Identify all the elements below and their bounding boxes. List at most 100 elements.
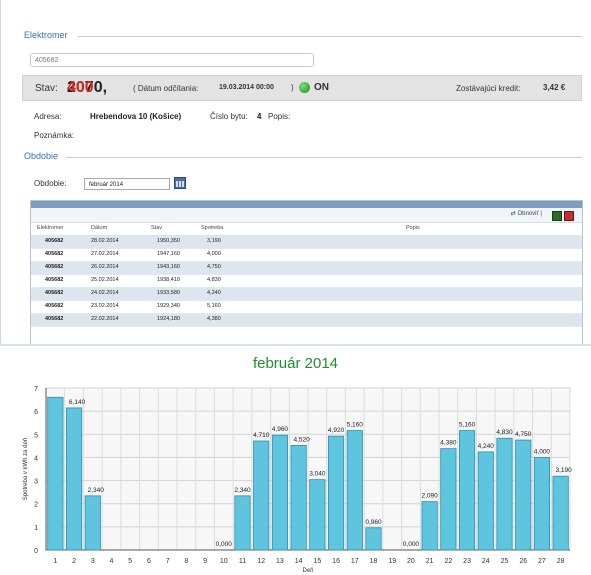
flat-value: 4 bbox=[257, 112, 262, 121]
export-pdf-icon[interactable] bbox=[564, 211, 574, 221]
x-tick-label: 4 bbox=[110, 558, 114, 565]
cell-date: 24.02.2014 bbox=[91, 290, 119, 296]
refresh-button[interactable]: ⇄ Obnoviť | bbox=[511, 210, 542, 217]
table-header-bar bbox=[31, 201, 582, 208]
cell-meter: 405682 bbox=[45, 238, 64, 244]
table-row[interactable]: 405682 22.02.2014 1924,180 4,380 bbox=[31, 314, 582, 327]
table-row[interactable]: 405682 27.02.2014 1947,160 4,000 bbox=[31, 249, 582, 262]
bar bbox=[440, 448, 457, 551]
y-tick-label: 7 bbox=[34, 386, 38, 393]
table-row[interactable]: 405682 24.02.2014 1933,580 4,240 bbox=[31, 288, 582, 301]
table-row[interactable]: 405682 28.02.2014 1950,350 3,190 bbox=[31, 236, 582, 249]
data-label: 2,090 bbox=[422, 493, 439, 500]
flat-label: Číslo bytu: bbox=[210, 112, 248, 121]
period-select[interactable]: február 2014 bbox=[84, 178, 170, 190]
x-tick-label: 9 bbox=[203, 558, 207, 565]
bar bbox=[309, 479, 326, 551]
y-tick-label: 0 bbox=[34, 548, 38, 555]
cell-state: 1924,180 bbox=[157, 316, 180, 322]
table-head: Elektromer Dátum Stav Spotreba Popis bbox=[31, 223, 582, 236]
credit-value: 3,42 € bbox=[543, 83, 566, 92]
bar bbox=[65, 407, 83, 551]
status-on-icon bbox=[299, 82, 310, 93]
data-label: 4,520 bbox=[294, 436, 311, 443]
cell-usage: 4,240 bbox=[207, 290, 221, 296]
x-tick-label: 16 bbox=[332, 558, 340, 565]
bar bbox=[253, 440, 270, 551]
cell-date: 26.02.2014 bbox=[91, 264, 119, 270]
bar bbox=[365, 527, 382, 551]
cell-date: 25.02.2014 bbox=[91, 277, 119, 283]
data-label: 4,000 bbox=[534, 448, 551, 455]
table-row[interactable]: 405682 26.02.2014 1943,160 4,750 bbox=[31, 262, 582, 275]
data-label: 6,140 bbox=[69, 399, 86, 406]
data-label: 0,000 bbox=[216, 541, 233, 548]
table-row[interactable]: 405682 23.02.2014 1929,340 5,160 bbox=[31, 301, 582, 314]
address-value: Hrebendova 10 (Košice) bbox=[90, 112, 182, 121]
refresh-label: Obnoviť bbox=[517, 211, 539, 217]
chart-panel: február 2014 0 1 2 3 4 5 6 7 1 2 6,140 3 2,340 4 5 6 7 8 9… bbox=[0, 344, 591, 574]
y-tick-label: 2 bbox=[34, 502, 38, 509]
cell-meter: 405682 bbox=[45, 264, 64, 270]
meter-legend: Elektromer bbox=[24, 30, 72, 40]
data-label: 3,190 bbox=[556, 467, 573, 474]
cell-state: 1943,160 bbox=[157, 264, 180, 270]
data-label: 5,160 bbox=[347, 422, 364, 429]
x-tick-label: 7 bbox=[166, 558, 170, 565]
x-tick-label: 28 bbox=[557, 558, 565, 565]
table-row[interactable]: 405682 25.02.2014 1938,410 4,830 bbox=[31, 275, 582, 288]
bar bbox=[47, 396, 64, 551]
x-tick-label: 27 bbox=[538, 558, 546, 565]
col-desc[interactable]: Popis bbox=[406, 225, 420, 231]
cell-date: 27.02.2014 bbox=[91, 251, 119, 257]
x-tick-label: 6 bbox=[147, 558, 151, 565]
x-tick-label: 12 bbox=[257, 558, 265, 565]
bar bbox=[271, 434, 289, 551]
fieldset-divider bbox=[66, 157, 582, 158]
stav-label: Stav: bbox=[35, 83, 58, 94]
data-label: 4,240 bbox=[478, 443, 495, 450]
export-excel-icon[interactable] bbox=[552, 211, 562, 221]
x-tick-label: 22 bbox=[444, 558, 452, 565]
col-usage[interactable]: Spotreba bbox=[201, 225, 223, 231]
bar bbox=[84, 495, 101, 551]
cell-state: 1929,340 bbox=[157, 303, 180, 309]
bar bbox=[458, 430, 476, 551]
data-label: 0,960 bbox=[365, 519, 382, 526]
readings-table: ⇄ Obnoviť | Elektromer Dátum Stav Spotre… bbox=[30, 200, 583, 344]
stav-decimals: 400 bbox=[67, 79, 94, 96]
col-state[interactable]: Stav bbox=[151, 225, 162, 231]
data-label: 4,960 bbox=[272, 426, 289, 433]
cell-state: 1938,410 bbox=[157, 277, 180, 283]
x-tick-label: 23 bbox=[463, 558, 471, 565]
y-tick-label: 6 bbox=[34, 409, 38, 416]
cell-meter: 405682 bbox=[45, 316, 64, 322]
cell-date: 22.02.2014 bbox=[91, 316, 119, 322]
bar bbox=[552, 475, 569, 551]
status-bar: Stav: 2070, 400 ( Dátum odčítania: 19.03.… bbox=[22, 75, 582, 101]
cell-usage: 4,750 bbox=[207, 264, 221, 270]
bar bbox=[533, 457, 551, 551]
credit-label: Zostávajúci kredit: bbox=[456, 84, 521, 93]
col-meter[interactable]: Elektromer bbox=[37, 225, 64, 231]
x-tick-label: 21 bbox=[426, 558, 434, 565]
consumption-bar-chart: 012345671 26,14032,3404 5 6 7 8 9 100,000112,34… bbox=[23, 386, 573, 574]
cell-meter: 405682 bbox=[45, 303, 64, 309]
y-tick-label: 3 bbox=[34, 479, 38, 486]
x-tick-label: 15 bbox=[313, 558, 321, 565]
y-tick-label: 5 bbox=[34, 432, 38, 439]
bar bbox=[346, 430, 363, 551]
x-tick-label: 25 bbox=[501, 558, 509, 565]
calendar-icon[interactable] bbox=[174, 177, 186, 189]
cell-meter: 405682 bbox=[45, 290, 64, 296]
reading-date-label: ( Dátum odčítania: bbox=[133, 84, 199, 93]
col-date[interactable]: Dátum bbox=[91, 225, 107, 231]
data-label: 4,750 bbox=[515, 431, 532, 438]
x-tick-label: 8 bbox=[184, 558, 188, 565]
period-legend: Obdobie bbox=[24, 151, 63, 161]
meter-id-field[interactable]: 405682 bbox=[30, 53, 314, 67]
x-tick-label: 20 bbox=[407, 558, 415, 565]
cell-date: 23.02.2014 bbox=[91, 303, 119, 309]
x-tick-label: 3 bbox=[91, 558, 95, 565]
reading-date-close: ) bbox=[291, 83, 294, 92]
